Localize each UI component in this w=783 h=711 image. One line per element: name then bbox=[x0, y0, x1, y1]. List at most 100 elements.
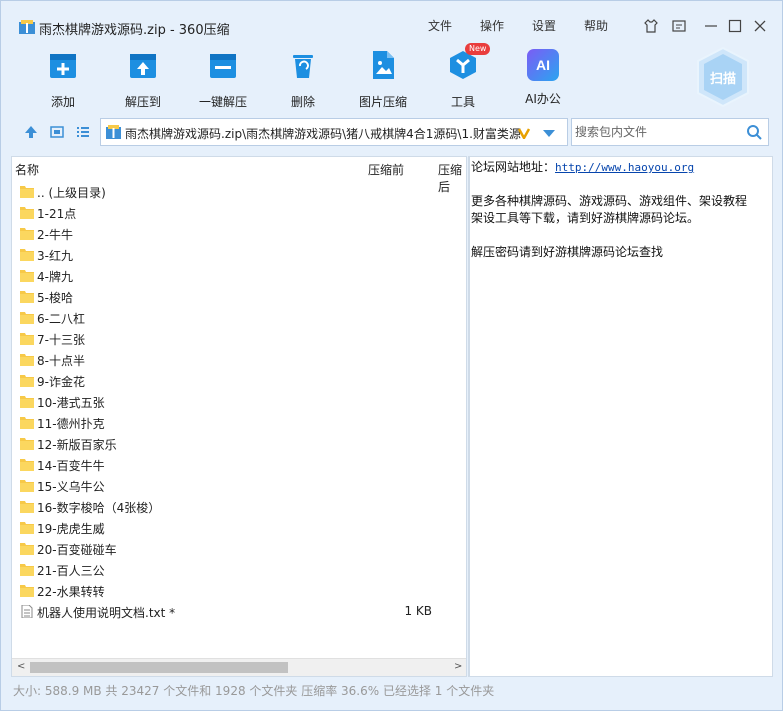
extract-to-button[interactable]: 解压到 bbox=[108, 49, 178, 110]
scroll-right-icon[interactable]: > bbox=[454, 661, 462, 672]
app-archive-icon bbox=[19, 20, 35, 34]
file-row[interactable]: 5-梭哈 bbox=[12, 286, 466, 307]
file-name: 9-诈金花 bbox=[37, 375, 85, 389]
address-path: 雨杰棋牌游戏源码.zip\雨杰棋牌游戏源码\猪八戒棋牌4合1源码\1.财富类源 bbox=[125, 127, 521, 141]
thumbnail-view-icon[interactable] bbox=[50, 125, 64, 139]
file-row[interactable]: 机器人使用说明文档.txt * 1 KB bbox=[12, 601, 466, 622]
menu-help[interactable]: 帮助 bbox=[584, 17, 608, 34]
file-name: 14-百变牛牛 bbox=[37, 459, 105, 473]
file-name: 11-德州扑克 bbox=[37, 417, 105, 431]
close-icon[interactable] bbox=[752, 18, 768, 34]
image-compress-button[interactable]: 图片压缩 bbox=[348, 49, 418, 110]
file-name: 10-港式五张 bbox=[37, 396, 105, 410]
file-rows: .. (上级目录) 1-21点 2-牛牛 3-红九 4-牌九 5-梭哈 6-二八杠 7-十三张… bbox=[12, 181, 466, 622]
search-icon[interactable] bbox=[746, 124, 762, 140]
file-name: 22-水果转转 bbox=[37, 585, 105, 599]
one-click-extract-button[interactable]: 一键解压 bbox=[188, 49, 258, 110]
file-row[interactable]: 22-水果转转 bbox=[12, 580, 466, 601]
ai-office-label: AI办公 bbox=[525, 92, 561, 106]
file-row[interactable]: 3-红九 bbox=[12, 244, 466, 265]
column-name[interactable]: 名称 bbox=[15, 161, 39, 178]
file-row[interactable]: 10-港式五张 bbox=[12, 391, 466, 412]
forum-label: 论坛网站地址： bbox=[471, 160, 556, 174]
file-name: 2-牛牛 bbox=[37, 228, 73, 242]
ai-office-button[interactable]: AI AI办公 bbox=[508, 49, 578, 107]
address-bar[interactable]: 雨杰棋牌游戏源码.zip\雨杰棋牌游戏源码\猪八戒棋牌4合1源码\1.财富类源 bbox=[100, 118, 568, 146]
address-dropdown-icon[interactable] bbox=[517, 127, 557, 139]
image-compress-label: 图片压缩 bbox=[358, 95, 407, 109]
menu-operate[interactable]: 操作 bbox=[480, 17, 504, 34]
preview-line-3: 解压密码请到好游棋牌源码论坛查找 bbox=[471, 245, 664, 259]
add-label: 添加 bbox=[50, 95, 75, 109]
file-row[interactable]: 14-百变牛牛 bbox=[12, 454, 466, 475]
feedback-icon[interactable] bbox=[671, 18, 687, 34]
add-button[interactable]: 添加 bbox=[28, 49, 98, 110]
file-row[interactable]: 7-十三张 bbox=[12, 328, 466, 349]
file-row[interactable]: 12-新版百家乐 bbox=[12, 433, 466, 454]
delete-icon bbox=[293, 55, 313, 78]
add-archive-icon bbox=[50, 54, 76, 78]
horizontal-scrollbar[interactable]: < > bbox=[12, 658, 466, 676]
folder-icon bbox=[20, 585, 34, 597]
file-name: 6-二八杠 bbox=[37, 312, 85, 326]
file-row[interactable]: 15-义乌牛公 bbox=[12, 475, 466, 496]
folder-icon bbox=[20, 543, 34, 555]
file-size: 1 KB bbox=[404, 604, 432, 618]
file-list[interactable]: 名称 压缩前 压缩后 .. (上级目录) 1-21点 2-牛牛 3-红九 4-牌九 5-梭… bbox=[11, 156, 467, 677]
forum-link[interactable]: http://www.haoyou.org bbox=[555, 161, 694, 174]
scrollbar-thumb[interactable] bbox=[30, 662, 288, 673]
extract-to-label: 解压到 bbox=[124, 95, 161, 109]
folder-icon bbox=[20, 291, 34, 303]
up-level-icon[interactable] bbox=[24, 125, 38, 139]
file-name: 机器人使用说明文档.txt * bbox=[37, 606, 176, 620]
scan-button[interactable]: 扫描 bbox=[695, 46, 751, 108]
new-badge: New bbox=[465, 43, 491, 55]
file-row[interactable]: .. (上级目录) bbox=[12, 181, 466, 202]
folder-icon bbox=[20, 438, 34, 450]
ai-office-icon: AI bbox=[527, 49, 559, 81]
file-name: 19-虎虎生威 bbox=[37, 522, 105, 536]
folder-icon bbox=[20, 417, 34, 429]
column-size-before[interactable]: 压缩前 bbox=[368, 161, 404, 178]
menu-settings[interactable]: 设置 bbox=[532, 17, 556, 34]
one-click-extract-icon bbox=[210, 54, 236, 78]
app-window: 雨杰棋牌游戏源码.zip - 360压缩 文件 操作 设置 帮助 添加 解压到 bbox=[0, 0, 783, 711]
file-row[interactable]: 16-数字梭哈（4张梭） bbox=[12, 496, 466, 517]
file-row[interactable]: 21-百人三公 bbox=[12, 559, 466, 580]
scan-label: 扫描 bbox=[709, 72, 736, 87]
file-name: 4-牌九 bbox=[37, 270, 73, 284]
folder-icon bbox=[20, 333, 34, 345]
scroll-left-icon[interactable]: < bbox=[17, 661, 25, 672]
file-row[interactable]: 4-牌九 bbox=[12, 265, 466, 286]
file-row[interactable]: 1-21点 bbox=[12, 202, 466, 223]
file-row[interactable]: 19-虎虎生威 bbox=[12, 517, 466, 538]
minimize-icon[interactable] bbox=[703, 18, 719, 34]
delete-button[interactable]: 删除 bbox=[268, 49, 338, 110]
skin-icon[interactable] bbox=[643, 18, 659, 34]
tools-button[interactable]: 工具 bbox=[428, 49, 498, 110]
folder-icon bbox=[20, 270, 34, 282]
file-row[interactable]: 8-十点半 bbox=[12, 349, 466, 370]
folder-icon bbox=[20, 375, 34, 387]
file-row[interactable]: 2-牛牛 bbox=[12, 223, 466, 244]
search-input[interactable] bbox=[572, 119, 742, 145]
file-name: 21-百人三公 bbox=[37, 564, 105, 578]
menu-file[interactable]: 文件 bbox=[428, 17, 452, 34]
file-name: 1-21点 bbox=[37, 207, 77, 221]
folder-icon bbox=[20, 564, 34, 576]
file-name: 7-十三张 bbox=[37, 333, 85, 347]
forum-line: 论坛网站地址：http://www.haoyou.org bbox=[471, 159, 772, 176]
file-row[interactable]: 6-二八杠 bbox=[12, 307, 466, 328]
file-name: 15-义乌牛公 bbox=[37, 480, 105, 494]
folder-icon bbox=[20, 186, 34, 198]
window-title: 雨杰棋牌游戏源码.zip - 360压缩 bbox=[39, 23, 230, 38]
file-name: 20-百变碰碰车 bbox=[37, 543, 117, 557]
file-row[interactable]: 9-诈金花 bbox=[12, 370, 466, 391]
search-box[interactable] bbox=[571, 118, 769, 146]
folder-icon bbox=[20, 480, 34, 492]
file-row[interactable]: 20-百变碰碰车 bbox=[12, 538, 466, 559]
preview-line-1: 更多各种棋牌源码、游戏源码、游戏组件、架设教程 bbox=[471, 194, 748, 208]
file-row[interactable]: 11-德州扑克 bbox=[12, 412, 466, 433]
maximize-icon[interactable] bbox=[727, 18, 743, 34]
list-view-icon[interactable] bbox=[76, 125, 90, 139]
